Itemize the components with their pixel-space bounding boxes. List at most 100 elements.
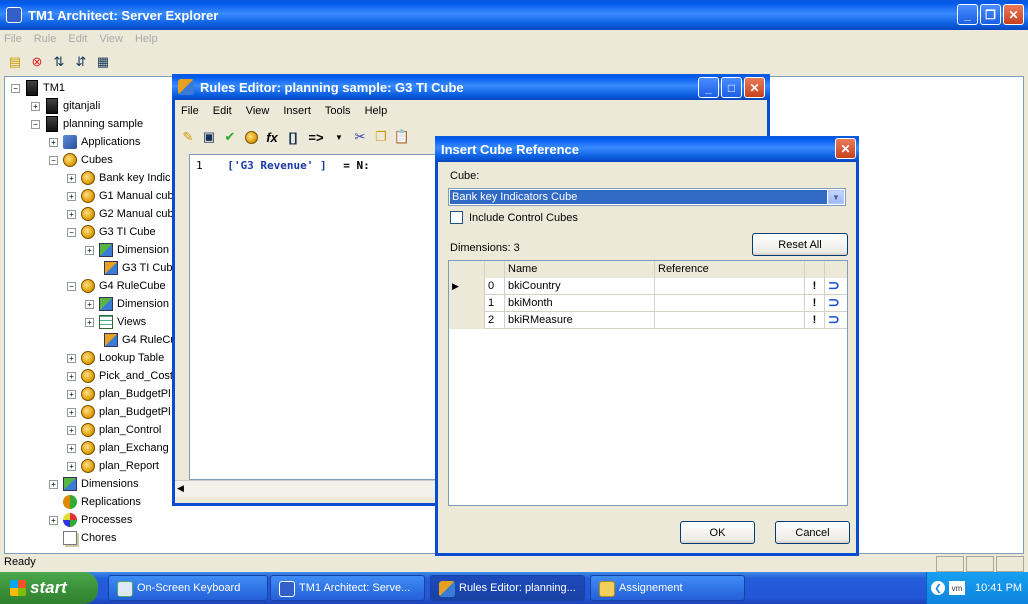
tree-node-cube[interactable]: + plan_Exchang: [67, 439, 169, 457]
tree-node-tm1[interactable]: − TM1: [11, 79, 65, 97]
dimension-name[interactable]: bkiRMeasure: [505, 312, 655, 329]
tree-node-cube[interactable]: + Lookup Table: [67, 349, 164, 367]
tree-node-cube[interactable]: + plan_Report: [67, 457, 159, 475]
tree-node-cube[interactable]: + Pick_and_Cost: [67, 367, 173, 385]
tree-node-gitanjali[interactable]: + gitanjali: [31, 97, 100, 115]
cube-select[interactable]: Bank key Indicators Cube ▼: [448, 188, 846, 206]
expand-icon[interactable]: +: [67, 191, 76, 201]
expand-icon[interactable]: +: [67, 407, 76, 417]
expand-icon[interactable]: +: [85, 245, 94, 255]
tree-node-dimensions[interactable]: + Dimension: [85, 295, 169, 313]
tree-node-applications[interactable]: + Applications: [49, 133, 140, 151]
menu-help[interactable]: Help: [135, 33, 158, 45]
close-button[interactable]: ✕: [1003, 4, 1024, 25]
tree-node-cube[interactable]: + G1 Manual cub: [67, 187, 174, 205]
collapse-icon[interactable]: −: [11, 83, 20, 93]
chevron-down-icon[interactable]: ▼: [330, 128, 348, 146]
stop-icon[interactable]: ⊗: [28, 53, 46, 71]
expand-icon[interactable]: +: [67, 209, 76, 219]
include-control-cubes-checkbox[interactable]: Include Control Cubes: [450, 211, 578, 224]
row-selector[interactable]: [449, 295, 485, 312]
dialog-titlebar[interactable]: Insert Cube Reference: [435, 136, 859, 162]
tree-node-cubes[interactable]: − Cubes: [49, 151, 113, 169]
menu-rule[interactable]: Rule: [34, 33, 57, 45]
expand-icon[interactable]: +: [67, 443, 76, 453]
scroll-left-icon[interactable]: ◀: [177, 483, 184, 494]
dimension-name[interactable]: bkiMonth: [505, 295, 655, 312]
chevron-down-icon[interactable]: ▼: [828, 190, 844, 204]
collapse-icon[interactable]: −: [67, 227, 76, 237]
vmware-tray-icon[interactable]: vm: [949, 581, 965, 595]
sort-ascending-icon[interactable]: ⇅: [50, 53, 68, 71]
dimensions-grid[interactable]: Name Reference ▶ 0 bkiCountry ! ⊃ 1 bkiM…: [448, 260, 848, 506]
menu-edit[interactable]: Edit: [68, 33, 87, 45]
expand-icon[interactable]: +: [67, 371, 76, 381]
tree-node-views[interactable]: + Views: [85, 313, 146, 331]
paste-icon[interactable]: 📋: [393, 128, 411, 146]
tree-node-dimensions-root[interactable]: + Dimensions: [49, 475, 138, 493]
flag-icon[interactable]: !: [805, 278, 825, 295]
tree-node-cube[interactable]: + plan_Control: [67, 421, 161, 439]
tree-node-chores[interactable]: Chores: [62, 529, 116, 547]
restore-button[interactable]: ❐: [980, 4, 1001, 25]
tree-node-rule[interactable]: G4 RuleCu: [103, 331, 176, 349]
server-explorer-titlebar[interactable]: TM1 Architect: Server Explorer: [0, 0, 1028, 30]
insert-reference-button[interactable]: ⊃: [825, 295, 847, 312]
tree-node-replications[interactable]: Replications: [62, 493, 141, 511]
cancel-button[interactable]: Cancel: [775, 521, 850, 544]
ok-button[interactable]: OK: [680, 521, 755, 544]
open-icon[interactable]: ▤: [6, 53, 24, 71]
tree-node-planning-sample[interactable]: − planning sample: [31, 115, 143, 133]
open-icon[interactable]: ✎: [179, 128, 197, 146]
tree-node-rule[interactable]: G3 TI Cub: [103, 259, 173, 277]
table-row[interactable]: 1 bkiMonth ! ⊃: [449, 295, 847, 312]
save-icon[interactable]: ▣: [200, 128, 218, 146]
reset-all-button[interactable]: Reset All: [752, 233, 848, 256]
dimension-reference[interactable]: [655, 312, 805, 329]
table-row[interactable]: ▶ 0 bkiCountry ! ⊃: [449, 278, 847, 295]
checkbox-box[interactable]: [450, 211, 463, 224]
clock[interactable]: 10:41 PM: [975, 582, 1022, 594]
expand-icon[interactable]: +: [67, 389, 76, 399]
menu-edit[interactable]: Edit: [213, 105, 232, 117]
menu-insert[interactable]: Insert: [283, 105, 311, 117]
taskbar-item-keyboard[interactable]: On-Screen Keyboard: [108, 575, 268, 601]
tray-expand-icon[interactable]: ❮: [931, 581, 945, 595]
dimension-reference[interactable]: [655, 278, 805, 295]
expand-icon[interactable]: +: [49, 515, 58, 525]
dialog-close-button[interactable]: ✕: [835, 138, 856, 159]
tree-node-cube[interactable]: + plan_BudgetPl: [67, 385, 171, 403]
row-selector[interactable]: [449, 312, 485, 329]
tree-node-dimensions[interactable]: + Dimension: [85, 241, 169, 259]
properties-icon[interactable]: ▦: [94, 53, 112, 71]
column-header-reference[interactable]: Reference: [655, 261, 805, 278]
flag-icon[interactable]: !: [805, 295, 825, 312]
tree-node-processes[interactable]: + Processes: [49, 511, 132, 529]
check-syntax-icon[interactable]: ✔: [221, 128, 239, 146]
sort-descending-icon[interactable]: ⇵: [72, 53, 90, 71]
rules-maximize-button[interactable]: □: [721, 77, 742, 98]
function-icon[interactable]: fx: [263, 128, 281, 146]
menu-tools[interactable]: Tools: [325, 105, 351, 117]
expand-icon[interactable]: +: [85, 317, 94, 327]
cut-icon[interactable]: ✂: [351, 128, 369, 146]
insert-reference-button[interactable]: ⊃: [825, 312, 847, 329]
tree-node-cube[interactable]: + plan_BudgetPl: [67, 403, 171, 421]
expand-icon[interactable]: +: [49, 479, 58, 489]
dimension-reference[interactable]: [655, 295, 805, 312]
expand-icon[interactable]: +: [67, 425, 76, 435]
expand-icon[interactable]: +: [85, 299, 94, 309]
expand-icon[interactable]: +: [67, 353, 76, 363]
collapse-icon[interactable]: −: [67, 281, 76, 291]
tree-node-cube[interactable]: + G2 Manual cub: [67, 205, 174, 223]
copy-icon[interactable]: ❐: [372, 128, 390, 146]
menu-view[interactable]: View: [246, 105, 270, 117]
arrow-button[interactable]: =>: [305, 128, 327, 146]
start-button[interactable]: start: [0, 572, 98, 604]
expand-icon[interactable]: +: [49, 137, 58, 147]
brackets-button[interactable]: []: [284, 128, 302, 146]
taskbar-item-tm1-architect[interactable]: TM1 Architect: Serve...: [270, 575, 425, 601]
taskbar-item-rules-editor[interactable]: Rules Editor: planning...: [430, 575, 585, 601]
expand-icon[interactable]: +: [67, 461, 76, 471]
taskbar-item-assignement[interactable]: Assignement: [590, 575, 745, 601]
